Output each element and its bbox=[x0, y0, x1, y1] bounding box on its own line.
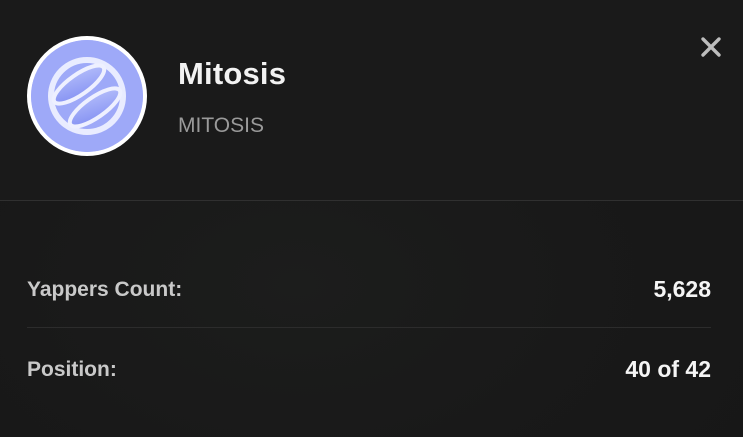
token-symbol: MITOSIS bbox=[178, 114, 264, 137]
stat-divider bbox=[27, 327, 711, 328]
mitosis-logo-icon bbox=[31, 40, 143, 152]
yappers-count-label: Yappers Count: bbox=[27, 278, 183, 301]
close-button[interactable] bbox=[696, 32, 726, 62]
position-label: Position: bbox=[27, 358, 117, 381]
stat-row-yappers-count: Yappers Count: 5,628 bbox=[27, 270, 711, 310]
token-detail-panel: Mitosis MITOSIS Yappers Count: 5,628 Pos… bbox=[0, 0, 743, 437]
yappers-count-value: 5,628 bbox=[653, 276, 711, 302]
token-header: Mitosis MITOSIS bbox=[0, 0, 743, 201]
token-avatar bbox=[27, 36, 147, 156]
position-value: 40 of 42 bbox=[625, 356, 711, 382]
close-icon bbox=[701, 37, 721, 57]
stat-row-position: Position: 40 of 42 bbox=[27, 350, 711, 390]
token-name: Mitosis bbox=[178, 56, 287, 91]
